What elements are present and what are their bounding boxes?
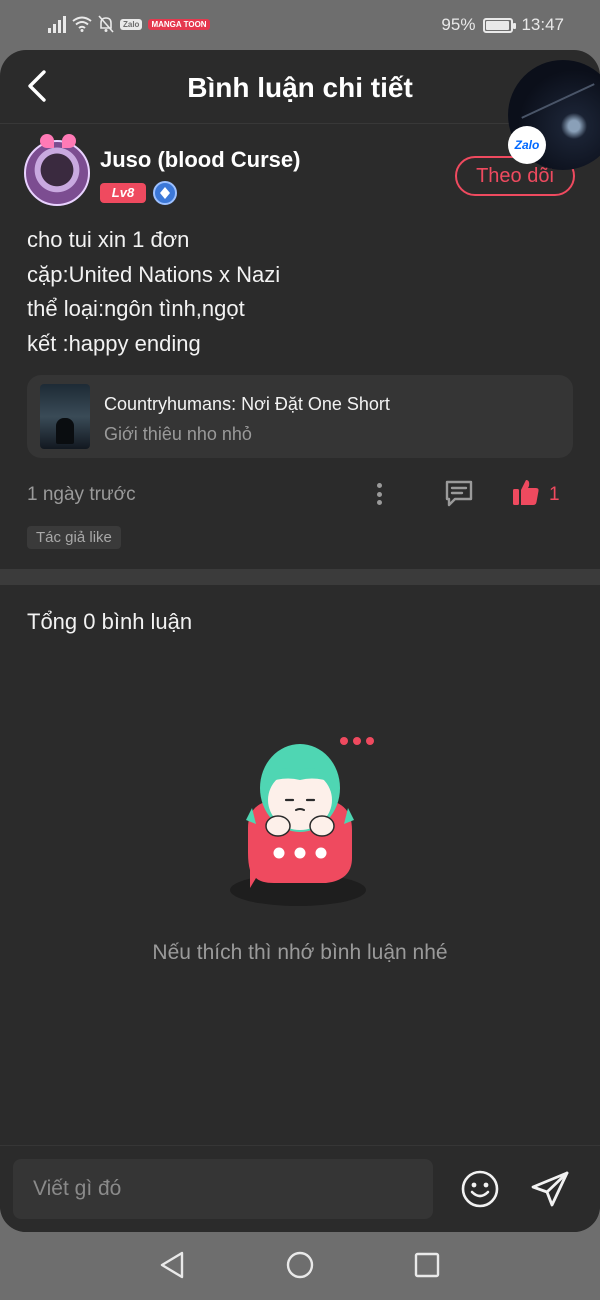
wifi-icon [72,16,92,32]
diamond-badge-icon [153,181,177,205]
story-description: Giới thiêu nho nhỏ [104,424,252,444]
comment-input-bar [0,1145,600,1232]
post-line: kết :happy ending [27,330,201,356]
empty-comments-illustration [230,737,374,906]
comment-icon[interactable] [443,478,475,508]
author-name[interactable]: Juso (blood Curse) [100,147,300,173]
cover-figure [56,418,74,444]
post-line: cho tui xin 1 đơn [27,227,190,252]
mangatoon-notification-icon: MANGA TOON [148,18,210,30]
thumbs-up-icon[interactable] [511,477,541,507]
send-icon[interactable] [529,1169,571,1209]
battery-level [486,20,510,30]
nav-recents-icon[interactable] [414,1252,440,1278]
nav-home-icon[interactable] [286,1251,314,1279]
avatar-ornament [40,134,54,148]
section-divider [0,569,600,585]
story-card[interactable]: Countryhumans: Nơi Đặt One Short Giới th… [27,375,573,458]
post-body: cho tui xin 1 đơn cặp:United Nations x N… [27,223,280,361]
status-bar: Zalo MANGA TOON 95% 13:47 [0,0,600,50]
post-line: thể loại:ngôn tình,ngọt [27,296,245,321]
empty-message: Nếu thích thì nhớ bình luận nhé [152,941,448,964]
status-left: Zalo MANGA TOON [48,15,210,33]
signal-icon [48,15,66,33]
zalo-badge-label: Zalo [514,138,540,152]
bell-off-icon [98,15,114,33]
avatar-ornament [62,134,76,148]
zalo-notification-icon: Zalo [120,18,143,30]
battery-icon [483,17,517,33]
battery-percent: 95% [441,15,476,34]
story-title: Countryhumans: Nơi Đặt One Short [104,394,390,414]
clock: 13:47 [521,15,564,34]
more-vertical-icon[interactable] [368,480,390,508]
comment-total: Tổng 0 bình luận [27,609,193,634]
chat-head-image [521,83,595,119]
level-badge: Lv8 [100,183,146,203]
smiley-icon[interactable] [460,1169,500,1209]
zalo-badge-icon: Zalo [508,126,546,164]
app-panel: Bình luận chi tiết Zalo Juso (blood Curs… [0,50,600,1232]
post-timestamp: 1 ngày trước [27,484,136,505]
like-count: 1 [549,484,560,505]
story-cover [40,384,90,449]
system-nav-bar [0,1232,600,1300]
post-line: cặp:United Nations x Nazi [27,261,281,287]
status-right: 95% 13:47 [441,15,564,35]
author-avatar[interactable] [24,134,90,206]
nav-back-icon[interactable] [158,1250,186,1280]
comment-input[interactable] [13,1159,433,1219]
author-like-tag: Tác giả like [27,526,121,549]
